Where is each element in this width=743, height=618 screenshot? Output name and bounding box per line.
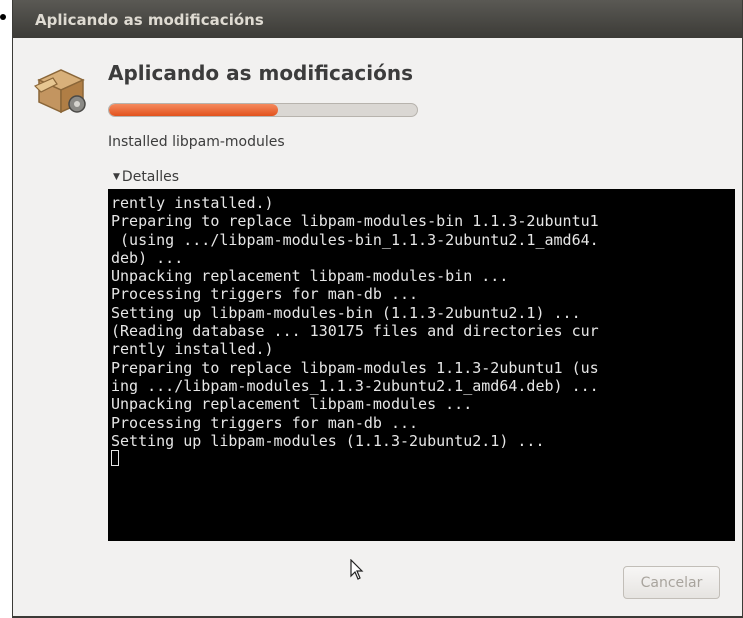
terminal-cursor-line	[111, 450, 735, 468]
terminal-line: Setting up libpam-modules (1.1.3-2ubuntu…	[111, 431, 545, 450]
dialog-heading: Aplicando as modificacións	[108, 61, 413, 85]
terminal-line: rently installed.)	[111, 340, 274, 359]
details-terminal[interactable]: rently installed.) Preparing to replace l…	[108, 189, 735, 541]
terminal-line: Preparing to replace libpam-modules-bin …	[111, 212, 599, 231]
terminal-line: (using .../libpam-modules-bin_1.1.3-2ubu…	[111, 230, 599, 249]
terminal-line: Preparing to replace libpam-modules 1.1.…	[111, 358, 599, 377]
progress-bar-fill	[109, 104, 279, 116]
terminal-line: Setting up libpam-modules-bin (1.1.3-2ub…	[111, 303, 581, 322]
terminal-line: ing .../libpam-modules_1.1.3-2ubuntu2.1_…	[111, 376, 599, 395]
progress-bar	[108, 103, 418, 117]
terminal-line: rently installed.)	[111, 194, 274, 212]
mouse-pointer-icon	[350, 559, 364, 580]
window-title: Aplicando as modificacións	[13, 0, 742, 38]
install-dialog-window: Aplicando as modificacións Aplicando as …	[12, 0, 743, 618]
terminal-line: Processing triggers for man-db ...	[111, 413, 419, 432]
package-box-gear-icon	[33, 69, 86, 114]
terminal-cursor	[111, 450, 119, 467]
status-text: Installed libpam-modules	[108, 134, 285, 150]
terminal-line: Unpacking replacement libpam-modules ...	[111, 395, 473, 414]
triangle-down-icon: ▼	[113, 172, 120, 182]
terminal-line: deb) ...	[111, 248, 184, 267]
terminal-line: Unpacking replacement libpam-modules-bin…	[111, 267, 509, 286]
details-label: Detalles	[121, 169, 180, 185]
terminal-line: Processing triggers for man-db ...	[111, 285, 419, 304]
list-bullet	[0, 14, 6, 20]
details-expander[interactable]: ▼ Detalles	[113, 169, 179, 185]
cancel-button[interactable]: Cancelar	[623, 566, 720, 599]
terminal-line: (Reading database ... 130175 files and d…	[111, 322, 599, 341]
